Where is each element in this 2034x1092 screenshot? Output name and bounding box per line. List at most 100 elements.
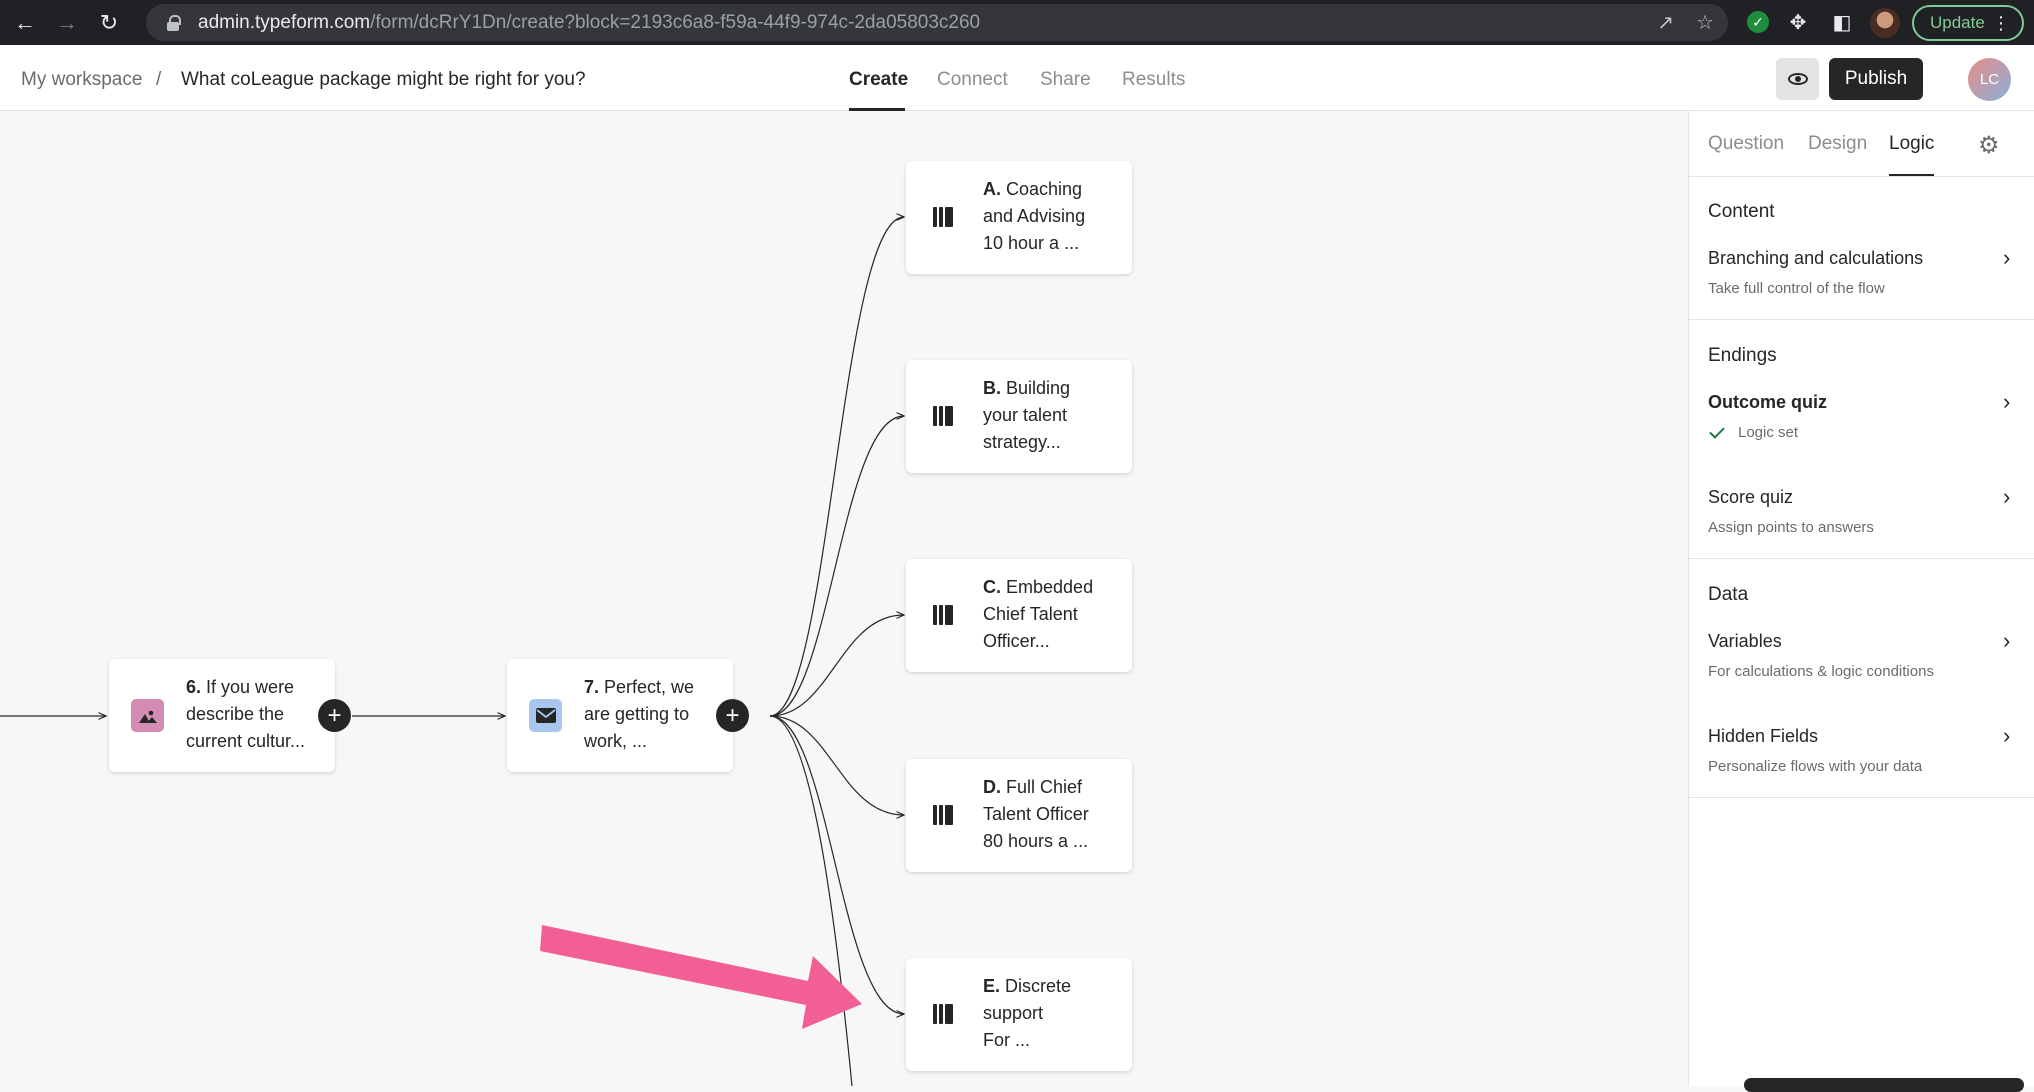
outcome-status: Logic set: [1738, 424, 1799, 441]
ending-text-line: Discrete: [1005, 976, 1072, 996]
tab-share[interactable]: Share: [1040, 69, 1091, 91]
question-text-line: current cultur...: [186, 731, 306, 751]
breadcrumb-workspace[interactable]: My workspace: [21, 69, 142, 91]
ending-card-e[interactable]: E. Discrete support For ...: [906, 958, 1132, 1071]
form-title[interactable]: What coLeague package might be right for…: [181, 69, 586, 91]
checkmark-icon: [1709, 423, 1725, 439]
branching-item[interactable]: Branching and calculations: [1708, 248, 1923, 269]
section-title-endings: Endings: [1708, 345, 1777, 366]
eye-icon: [1787, 73, 1808, 85]
reload-icon[interactable]: ↻: [92, 6, 126, 40]
ending-text-line: Building: [1006, 378, 1071, 398]
ending-text-line: support: [983, 1003, 1044, 1023]
update-button[interactable]: Update ⋮: [1912, 5, 2024, 41]
ending-card-d[interactable]: D. Full Chief Talent Officer 80 hours a …: [906, 759, 1132, 872]
connection-lines: [0, 111, 1688, 1086]
user-avatar[interactable]: LC: [1968, 58, 2011, 101]
side-panel-icon[interactable]: ◧: [1828, 8, 1856, 36]
question-text-line: If you were: [206, 677, 295, 697]
ending-letter: A.: [983, 179, 1001, 199]
chevron-right-icon[interactable]: ›: [2003, 245, 2010, 271]
link-q7-to-d: [769, 715, 904, 815]
hidden-fields-item[interactable]: Hidden Fields: [1708, 726, 1818, 747]
chevron-right-icon[interactable]: ›: [2003, 484, 2010, 510]
ending-letter: B.: [983, 378, 1001, 398]
logic-map-canvas[interactable]: 6. If you were describe the current cult…: [0, 111, 1688, 1086]
link-q7-to-a: [769, 217, 904, 717]
ending-card-b[interactable]: B. Building your talent strategy...: [906, 360, 1132, 473]
bookmark-star-icon[interactable]: ☆: [1696, 10, 1714, 35]
tab-connect[interactable]: Connect: [937, 69, 1008, 91]
ending-card-c[interactable]: C. Embedded Chief Talent Officer...: [906, 559, 1132, 672]
add-block-button[interactable]: +: [318, 699, 351, 732]
update-label: Update: [1930, 13, 1985, 32]
chevron-right-icon[interactable]: ›: [2003, 389, 2010, 415]
hidden-fields-subtitle: Personalize flows with your data: [1708, 758, 1923, 775]
publish-button[interactable]: Publish: [1829, 58, 1923, 100]
tab-create[interactable]: Create: [849, 69, 908, 91]
add-block-button[interactable]: +: [716, 699, 749, 732]
link-q7-to-b: [769, 416, 904, 717]
panel-tab-logic[interactable]: Logic: [1889, 133, 1934, 155]
ending-screen-icon: [933, 805, 953, 825]
link-q7-to-e: [769, 715, 904, 1014]
image-icon: [131, 699, 164, 732]
ending-card-a[interactable]: A. Coaching and Advising 10 hour a ...: [906, 161, 1132, 274]
score-quiz-subtitle: Assign points to answers: [1708, 519, 1874, 536]
question-card-7[interactable]: 7. Perfect, we are getting to work, ...: [507, 659, 733, 772]
divider: [1689, 558, 2034, 559]
divider: [1689, 319, 2034, 320]
browser-profile-avatar[interactable]: [1870, 8, 1900, 38]
ending-letter: C.: [983, 577, 1001, 597]
section-title-content: Content: [1708, 201, 1775, 222]
ending-screen-icon: [933, 1004, 953, 1024]
ending-letter: D.: [983, 777, 1001, 797]
forward-arrow-icon[interactable]: →: [50, 6, 84, 40]
ending-text-line: Coaching: [1006, 179, 1083, 199]
question-text-line: work, ...: [584, 731, 648, 751]
ending-text-line: Talent Officer: [983, 804, 1089, 824]
extension-check-icon[interactable]: ✓: [1744, 8, 1772, 36]
question-card-6[interactable]: 6. If you were describe the current cult…: [109, 659, 335, 772]
score-quiz-item[interactable]: Score quiz: [1708, 487, 1793, 508]
browser-toolbar: ← → ↻ admin.typeform.com/form/dcRrY1Dn/c…: [0, 0, 2034, 45]
variables-item[interactable]: Variables: [1708, 631, 1782, 652]
breadcrumb-separator: /: [156, 69, 162, 90]
lock-icon: [166, 14, 181, 31]
ending-text-line: 80 hours a ...: [983, 831, 1089, 851]
ending-screen-icon: [933, 207, 953, 227]
address-bar[interactable]: admin.typeform.com/form/dcRrY1Dn/create?…: [146, 4, 1728, 41]
chevron-right-icon[interactable]: ›: [2003, 723, 2010, 749]
menu-kebab-icon[interactable]: ⋮: [1992, 13, 2010, 34]
divider: [1689, 176, 2034, 177]
tab-results[interactable]: Results: [1122, 69, 1185, 91]
ending-screen-icon: [933, 406, 953, 426]
ending-text-line: Officer...: [983, 631, 1050, 651]
share-icon[interactable]: ↗: [1657, 10, 1674, 35]
extensions-puzzle-icon[interactable]: ✥: [1784, 8, 1812, 36]
ending-text-line: 10 hour a ...: [983, 233, 1080, 253]
ending-screen-icon: [933, 605, 953, 625]
panel-tab-question[interactable]: Question: [1708, 133, 1784, 155]
app-header: My workspace / What coLeague package mig…: [0, 45, 2034, 111]
panel-tab-design[interactable]: Design: [1808, 133, 1867, 155]
back-arrow-icon[interactable]: ←: [8, 6, 42, 40]
pointer-arrow: [540, 925, 862, 1029]
preview-button[interactable]: [1776, 58, 1819, 100]
outcome-quiz-item[interactable]: Outcome quiz: [1708, 392, 1827, 413]
question-number: 6.: [186, 677, 202, 697]
envelope-icon: [529, 699, 562, 732]
branching-subtitle: Take full control of the flow: [1708, 280, 1885, 297]
question-text-line: describe the: [186, 704, 285, 724]
ending-text-line: your talent: [983, 405, 1068, 425]
chevron-right-icon[interactable]: ›: [2003, 628, 2010, 654]
question-text-line: Perfect, we: [604, 677, 695, 697]
url-host: admin.typeform.com: [198, 11, 371, 33]
bottom-toolbar-edge: [1744, 1078, 2024, 1092]
ending-letter: E.: [983, 976, 1001, 996]
gear-icon[interactable]: ⚙: [1978, 131, 2000, 160]
ending-text-line: For ...: [983, 1030, 1031, 1050]
ending-text-line: strategy...: [983, 432, 1061, 452]
question-text-line: are getting to: [584, 704, 690, 724]
divider: [1689, 797, 2034, 798]
